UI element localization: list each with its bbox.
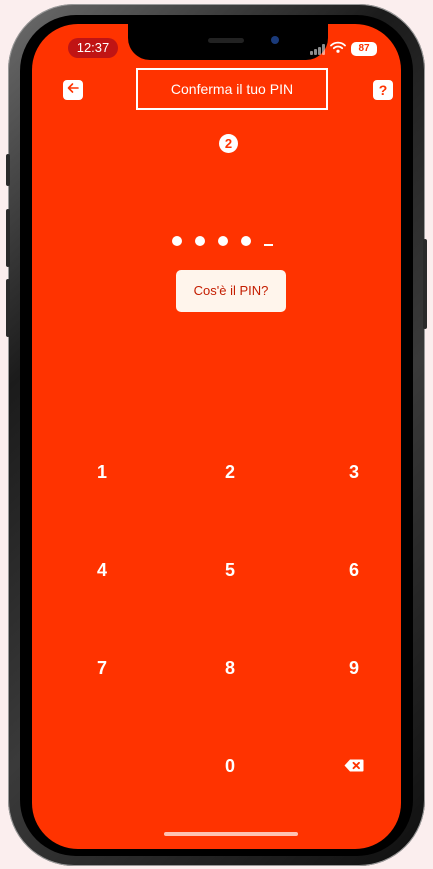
- step-badge: 2: [219, 134, 238, 153]
- key-1[interactable]: 1: [72, 452, 132, 492]
- pin-dot-filled: [218, 236, 228, 246]
- key-2[interactable]: 2: [200, 452, 260, 492]
- signal-icon: [310, 43, 325, 55]
- battery-icon: 87: [351, 42, 377, 56]
- key-6[interactable]: 6: [324, 550, 384, 590]
- pin-cursor: [264, 244, 273, 246]
- speaker-grille: [208, 38, 244, 43]
- key-4[interactable]: 4: [72, 550, 132, 590]
- what-is-pin-button[interactable]: Cos'è il PIN?: [176, 270, 286, 312]
- volume-up-button: [6, 209, 10, 267]
- app-screen: 12:37 87 Conferma il tuo PIN ? 2 Cos'è i…: [32, 24, 401, 849]
- help-button[interactable]: ?: [373, 80, 393, 100]
- pin-dot-filled: [195, 236, 205, 246]
- back-button[interactable]: [63, 80, 83, 100]
- notch: [128, 24, 328, 60]
- front-camera: [271, 36, 279, 44]
- backspace-button[interactable]: [324, 746, 384, 786]
- power-button: [423, 239, 427, 329]
- mute-switch: [6, 154, 10, 186]
- backspace-icon: [344, 746, 364, 786]
- wifi-icon: [330, 40, 346, 58]
- key-8[interactable]: 8: [200, 648, 260, 688]
- volume-down-button: [6, 279, 10, 337]
- key-5[interactable]: 5: [200, 550, 260, 590]
- status-icons: 87: [310, 40, 377, 58]
- arrow-left-icon: [67, 81, 79, 99]
- page-title: Conferma il tuo PIN: [136, 68, 328, 110]
- key-0[interactable]: 0: [200, 746, 260, 786]
- key-3[interactable]: 3: [324, 452, 384, 492]
- home-indicator[interactable]: [164, 832, 298, 836]
- key-9[interactable]: 9: [324, 648, 384, 688]
- key-7[interactable]: 7: [72, 648, 132, 688]
- pin-dot-filled: [172, 236, 182, 246]
- status-time: 12:37: [68, 38, 118, 58]
- pin-indicator: [172, 226, 273, 246]
- pin-dot-filled: [241, 236, 251, 246]
